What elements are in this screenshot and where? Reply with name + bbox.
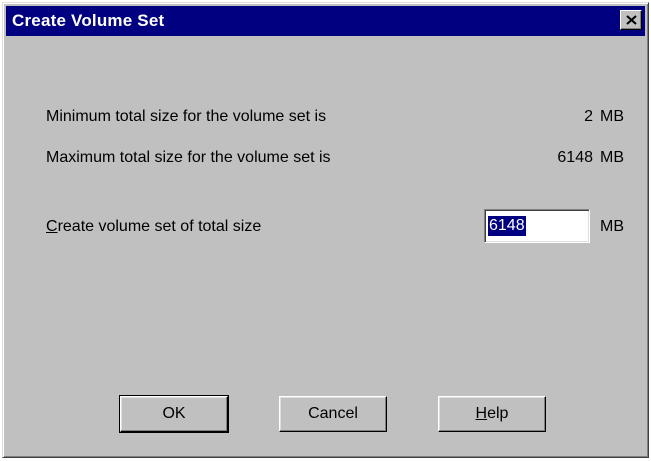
close-icon xyxy=(626,15,637,25)
total-size-input-value: 6148 xyxy=(488,216,526,236)
total-size-input[interactable]: 6148 xyxy=(484,209,590,243)
create-volume-set-dialog: Create Volume Set Minimum total size for… xyxy=(2,2,649,458)
help-button-mnemonic: H xyxy=(475,405,488,422)
create-size-label-mnemonic: C xyxy=(46,218,58,235)
window-title: Create Volume Set xyxy=(12,11,165,30)
create-size-label: Create volume set of total size xyxy=(46,218,261,236)
title-bar[interactable]: Create Volume Set xyxy=(6,6,645,36)
create-size-label-text: reate volume set of total size xyxy=(57,218,262,235)
cancel-button[interactable]: Cancel xyxy=(279,396,387,432)
help-button-text: elp xyxy=(487,405,509,422)
min-size-label: Minimum total size for the volume set is xyxy=(46,108,327,125)
max-size-value: 6148 xyxy=(557,149,593,166)
ok-button[interactable]: OK xyxy=(119,395,229,433)
create-size-unit: MB xyxy=(600,218,624,235)
close-button[interactable] xyxy=(620,10,642,30)
min-size-value: 2 xyxy=(584,108,593,125)
min-size-unit: MB xyxy=(600,108,624,125)
help-button[interactable]: Help xyxy=(438,396,546,432)
max-size-label: Maximum total size for the volume set is xyxy=(46,149,331,166)
max-size-unit: MB xyxy=(600,149,624,166)
